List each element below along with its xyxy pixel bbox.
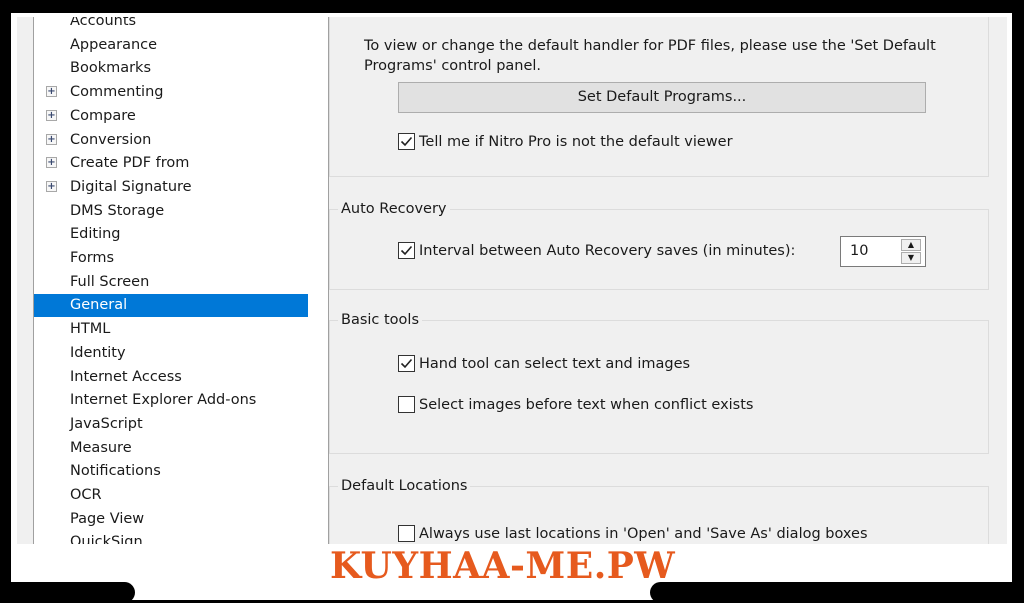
tree-item[interactable]: DMS Storage xyxy=(34,200,308,223)
checkbox-auto-recovery[interactable] xyxy=(398,242,415,259)
tree-item[interactable]: Bookmarks xyxy=(34,57,308,80)
interval-value[interactable]: 10 xyxy=(850,237,868,266)
tree-item[interactable]: + Digital Signature xyxy=(34,176,308,199)
tree-item-label: Appearance xyxy=(70,36,158,53)
tree-item-label: Page View xyxy=(70,510,145,527)
checkmark-icon xyxy=(400,136,413,147)
checkbox-hand-tool[interactable] xyxy=(398,355,415,372)
tree-item-label: HTML xyxy=(70,321,111,338)
expand-plus-icon[interactable]: + xyxy=(46,109,57,121)
tree-item-label: Internet Explorer Add-ons xyxy=(70,392,257,409)
expand-plus-icon[interactable]: + xyxy=(46,157,57,169)
tree-item[interactable]: Page View xyxy=(34,508,308,531)
tree-item[interactable]: OCR xyxy=(34,484,308,507)
group-title: Auto Recovery xyxy=(338,199,450,219)
tree-item-label: QuickSign xyxy=(70,534,143,544)
tree-item[interactable]: Editing xyxy=(34,223,308,246)
tree-item[interactable]: General xyxy=(34,294,308,318)
tree-item-label: Full Screen xyxy=(70,273,150,290)
tree-item[interactable]: Appearance xyxy=(34,34,308,57)
tree-item[interactable]: HTML xyxy=(34,318,308,341)
tree-item[interactable]: Accounts xyxy=(34,17,308,33)
tree-item-label: Bookmarks xyxy=(70,60,152,77)
tree-item-label: Compare xyxy=(70,107,136,124)
tree-item-label: Internet Access xyxy=(70,368,182,385)
expand-plus-icon[interactable]: + xyxy=(46,133,57,145)
checkbox-select-images-first[interactable] xyxy=(398,396,415,413)
category-tree[interactable]: Accounts Appearance Bookmarks + Commenting + C… xyxy=(33,17,329,544)
preferences-dialog: Accounts Appearance Bookmarks + Commenting + C… xyxy=(17,17,1007,544)
tree-item-label: Create PDF from xyxy=(70,155,190,172)
set-default-programs-button[interactable]: Set Default Programs... xyxy=(398,82,926,113)
group-default-locations: Default Locations Always use last locati… xyxy=(329,476,989,544)
checkbox-label: Always use last locations in 'Open' and … xyxy=(419,526,868,542)
tree-item-label: Accounts xyxy=(70,17,137,29)
tree-item[interactable]: QuickSign xyxy=(34,531,308,544)
checkbox-not-default-viewer[interactable] xyxy=(398,133,415,150)
tree-item-label: General xyxy=(70,297,128,314)
tree-item-label: Editing xyxy=(70,226,121,243)
tree-item[interactable]: Forms xyxy=(34,247,308,270)
tree-item[interactable]: Internet Access xyxy=(34,366,308,389)
tree-item-label: Forms xyxy=(70,250,115,266)
tree-item-label: Digital Signature xyxy=(70,178,192,195)
expand-plus-icon[interactable]: + xyxy=(46,180,57,192)
checkmark-icon xyxy=(400,358,413,369)
tree-item[interactable]: + Compare xyxy=(34,105,308,128)
watermark-text: KUYHAA-ME.PW xyxy=(330,545,676,587)
tree-item-label: Conversion xyxy=(70,131,152,148)
tree-item[interactable]: + Create PDF from xyxy=(34,152,308,175)
spin-down-icon[interactable]: ▼ xyxy=(901,252,921,264)
tree-item[interactable]: Full Screen xyxy=(34,271,308,294)
checkbox-label: Hand tool can select text and images xyxy=(419,356,691,372)
tree-item[interactable]: + Conversion xyxy=(34,129,308,152)
group-basic-tools: Basic tools Hand tool can select text an… xyxy=(329,310,989,454)
tree-item-label: DMS Storage xyxy=(70,202,165,219)
default-viewer-description: To view or change the default handler fo… xyxy=(364,38,936,74)
group-auto-recovery: Auto Recovery Interval between Auto Reco… xyxy=(329,199,989,290)
tree-item[interactable]: Identity xyxy=(34,342,308,365)
tree-item[interactable]: Internet Explorer Add-ons xyxy=(34,389,308,412)
checkbox-label: Tell me if Nitro Pro is not the default … xyxy=(419,134,733,150)
tree-item-label: OCR xyxy=(70,487,102,503)
expand-plus-icon[interactable]: + xyxy=(46,86,57,98)
checkbox-last-locations[interactable] xyxy=(398,525,415,542)
tree-item-label: Commenting xyxy=(70,84,164,101)
tree-item[interactable]: + Commenting xyxy=(34,81,308,104)
tree-item[interactable]: Notifications xyxy=(34,460,308,483)
checkbox-label: Select images before text when conflict … xyxy=(419,397,754,413)
group-default-viewer: Default viewer To view or change the def… xyxy=(329,17,989,177)
tree-item-label: JavaScript xyxy=(70,415,143,432)
tree-item-label: Notifications xyxy=(70,463,161,480)
checkmark-icon xyxy=(400,245,413,256)
frame-decoration xyxy=(890,0,1024,13)
frame-decoration xyxy=(130,0,400,13)
frame-border-left xyxy=(0,0,11,603)
interval-spinbox[interactable]: 10 ▲ ▼ xyxy=(840,236,926,267)
frame-border-right xyxy=(1012,0,1024,603)
tree-item[interactable]: JavaScript xyxy=(34,413,308,436)
tree-item[interactable]: Measure xyxy=(34,437,308,460)
group-title: Basic tools xyxy=(338,310,423,330)
settings-panel: Default viewer To view or change the def… xyxy=(313,17,1007,544)
group-title: Default Locations xyxy=(338,476,471,496)
checkbox-label: Interval between Auto Recovery saves (in… xyxy=(419,243,796,259)
tree-item-label: Identity xyxy=(70,344,126,361)
frame-decoration xyxy=(11,582,135,603)
tree-item-label: Measure xyxy=(70,439,132,456)
group-title: Default viewer xyxy=(338,17,450,21)
frame-decoration xyxy=(650,582,1024,603)
spin-up-icon[interactable]: ▲ xyxy=(901,239,921,251)
